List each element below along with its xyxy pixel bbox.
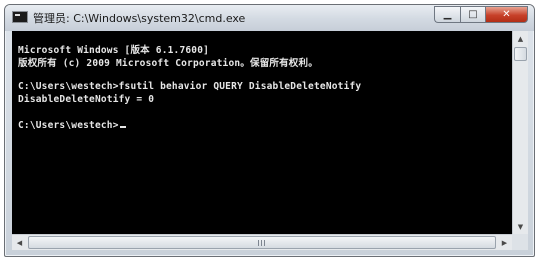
scroll-left-button[interactable]: ◀ [12,235,27,250]
cmd-app-icon[interactable] [12,11,28,23]
vertical-scrollbar[interactable]: ▲ ▼ [512,31,528,234]
resize-corner[interactable] [512,234,528,250]
console-line: C:\Users\westech>fsutil behavior QUERY D… [18,81,362,92]
console-line: Microsoft Windows [版本 6.1.7600] [18,45,210,56]
scroll-up-icon: ▲ [517,34,524,43]
scroll-up-button[interactable]: ▲ [513,31,528,46]
scroll-right-button[interactable]: ▶ [497,235,512,250]
grip-icon [258,240,266,246]
text-cursor [119,126,126,128]
window-title: 管理员: C:\Windows\system32\cmd.exe [33,12,246,25]
maximize-icon: □ [468,9,478,20]
scroll-down-button[interactable]: ▼ [513,219,528,234]
close-icon: ✕ [502,9,511,20]
scroll-left-icon: ◀ [16,238,23,247]
cmd-window: 管理员: C:\Windows\system32\cmd.exe ▁ □ ✕ M… [4,4,535,257]
prompt-text: C:\Users\westech> [18,120,119,131]
maximize-button[interactable]: □ [460,6,485,23]
vertical-scroll-thumb[interactable] [514,47,527,61]
minimize-icon: ▁ [443,9,452,20]
scroll-right-icon: ▶ [501,238,508,247]
console-line: 版权所有 (c) 2009 Microsoft Corporation。保留所有… [18,58,318,69]
horizontal-scroll-thumb[interactable] [28,236,496,249]
close-button[interactable]: ✕ [485,6,528,23]
console-line: DisableDeleteNotify = 0 [18,94,155,105]
scroll-down-icon: ▼ [517,222,524,231]
horizontal-scrollbar[interactable]: ◀ ▶ [12,234,512,250]
title-bar[interactable]: 管理员: C:\Windows\system32\cmd.exe ▁ □ ✕ [5,5,534,31]
prompt-line: C:\Users\westech> [18,120,126,131]
window-controls: ▁ □ ✕ [434,6,528,24]
minimize-button[interactable]: ▁ [434,6,460,23]
console-output[interactable]: Microsoft Windows [版本 6.1.7600] 版权所有 (c)… [12,31,512,234]
